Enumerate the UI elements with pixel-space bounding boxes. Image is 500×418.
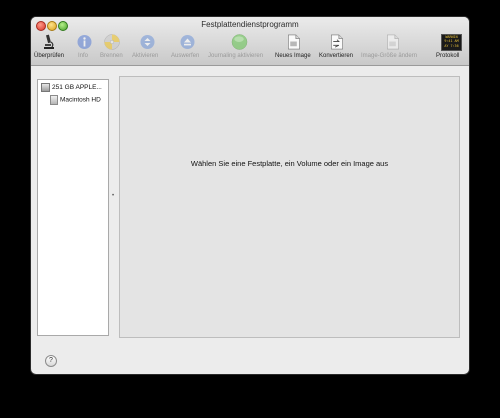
volume-icon (50, 95, 58, 105)
log-label: Protokoll (436, 53, 460, 59)
split-view-handle[interactable]: • (112, 193, 114, 199)
eject-label: Auswerfen (171, 53, 200, 59)
resize-image-label: Image-Größe ändern (361, 53, 418, 59)
sidebar-item-volume[interactable]: Macintosh HD (50, 95, 101, 106)
help-button[interactable]: ? (45, 355, 57, 367)
microscope-icon (44, 34, 54, 49)
convert-icon (331, 34, 343, 50)
sidebar-item-label: 251 GB APPLE... (52, 84, 102, 92)
eject-icon (180, 35, 195, 49)
titlebar: Festplattendienstprogramm Überprüfen Inf… (31, 17, 469, 66)
resize-image-icon (387, 34, 399, 50)
info-icon (77, 35, 92, 49)
sidebar-item-label: Macintosh HD (60, 96, 101, 104)
convert-label: Konvertieren (319, 53, 354, 59)
verify-label: Überprüfen (34, 53, 65, 59)
log-icon: WARNIN 9:41 AM AY 7:36 (441, 34, 462, 51)
sidebar-item-disk[interactable]: 251 GB APPLE... (41, 83, 102, 94)
enable-journaling-label: Journaling aktivieren (208, 53, 264, 59)
new-image-icon (288, 34, 300, 50)
mount-icon (140, 35, 155, 49)
burn-label: Brennen (100, 53, 123, 59)
new-image-label: Neues Image (275, 53, 311, 59)
hard-disk-icon (41, 83, 50, 92)
burn-icon (104, 34, 120, 50)
mount-label: Aktivieren (132, 53, 159, 59)
info-label: Info (78, 53, 89, 59)
detail-pane: Wählen Sie eine Festplatte, ein Volume o… (119, 76, 460, 338)
empty-selection-message: Wählen Sie eine Festplatte, ein Volume o… (190, 159, 389, 168)
disk-list-sidebar: 251 GB APPLE... Macintosh HD (37, 79, 109, 336)
window-title: Festplattendienstprogramm (201, 20, 299, 29)
journaling-icon (231, 34, 248, 50)
disk-utility-window: Festplattendienstprogramm Überprüfen Inf… (31, 17, 469, 374)
